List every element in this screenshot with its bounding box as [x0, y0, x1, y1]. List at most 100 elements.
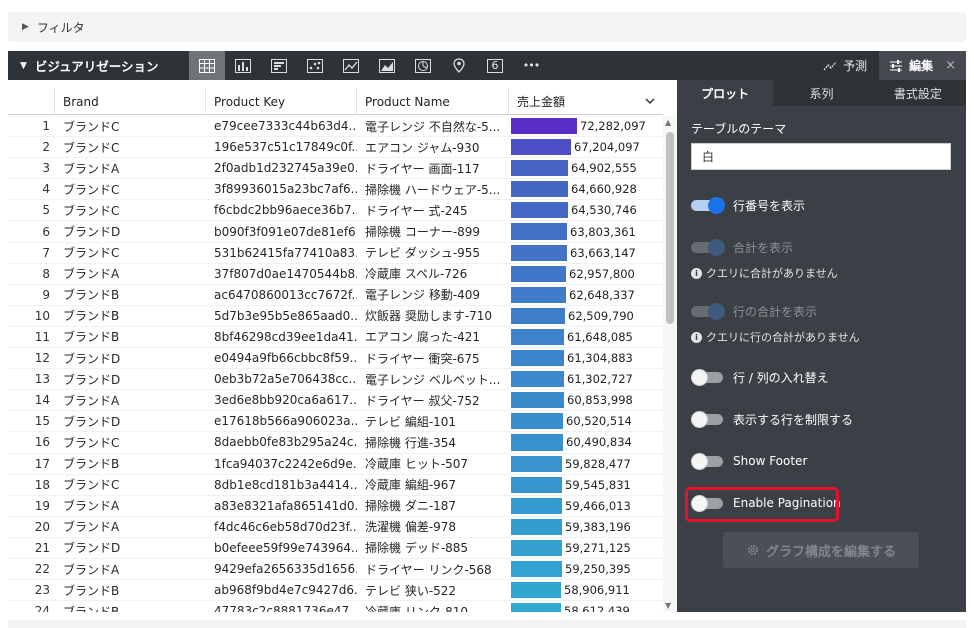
- chevron-down-icon[interactable]: [645, 98, 655, 105]
- table-row[interactable]: 12 ブランドD e0494a9fb66cbbc8f59... ドライヤー 衝突-67…: [8, 348, 663, 370]
- table-row[interactable]: 18 ブランドC 8db1e8cd181b3a4414... 冷蔵庫 編組-967 59…: [8, 475, 663, 496]
- table-row[interactable]: 19 ブランドA a83e8321afa865141d0... 掃除機 ダニ-187 5…: [8, 496, 663, 517]
- brand-cell: ブランドA: [63, 499, 120, 514]
- table-row[interactable]: 11 ブランドB 8bf46298cd39ee1da41... エアコン 腐った-42…: [8, 327, 663, 349]
- sales-bar: [511, 497, 562, 514]
- product-key-cell: 1fca94037c2242e6d9e...: [214, 456, 357, 471]
- single-value-icon[interactable]: 6: [477, 51, 513, 80]
- product-key-cell: 3ed6e8bb920ca6a617...: [214, 393, 357, 408]
- show-footer-toggle[interactable]: [691, 453, 725, 470]
- table-row[interactable]: 22 ブランドA 9429efa2656335d1656... ドライヤー リンク-5…: [8, 559, 663, 581]
- forecast-button[interactable]: 予測: [811, 51, 879, 80]
- header-sales[interactable]: 売上金額: [509, 88, 663, 115]
- table-icon[interactable]: [189, 51, 225, 80]
- transpose-toggle[interactable]: [691, 369, 725, 386]
- map-pin-icon[interactable]: [441, 51, 477, 80]
- brand-cell: ブランドB: [63, 309, 120, 324]
- product-name-cell: ドライヤー 衝突-675: [365, 351, 480, 366]
- header-product-key[interactable]: Product Key: [206, 88, 357, 115]
- product-name-cell: 冷蔵庫 スペル-726: [365, 267, 468, 282]
- close-icon[interactable]: ×: [939, 58, 956, 73]
- table-row[interactable]: 4 ブランドC 3f89936015a23bc7af6... 掃除機 ハードウェア-5…: [8, 179, 663, 201]
- vertical-scrollbar[interactable]: ▲ ▼: [663, 116, 677, 612]
- scroll-thumb[interactable]: [666, 132, 674, 324]
- product-name-cell: エアコン ジャム-930: [365, 140, 480, 155]
- table-row[interactable]: 23 ブランドB ab968f9bd4e7c9427d6... テレビ 狭い-522 5…: [8, 580, 663, 602]
- sales-cell: 62,957,800: [509, 264, 663, 284]
- table-row[interactable]: 21 ブランドD b0efeee59f99e743964... 掃除機 デッド-885…: [8, 538, 663, 559]
- show-row-numbers-row[interactable]: 行番号を表示: [691, 195, 951, 215]
- row-number-cell: 11: [34, 329, 50, 344]
- row-number-cell: 20: [34, 519, 50, 534]
- table-row[interactable]: 13 ブランドD 0eb3b72a5e706438cc... 電子レンジ ベルベット.…: [8, 369, 663, 391]
- product-key-cell: ab968f9bd4e7c9427d6...: [214, 583, 357, 598]
- table-row[interactable]: 6 ブランドD b090f3f091e07de81ef6... 掃除機 コーナー-89…: [8, 221, 663, 243]
- scroll-up-icon[interactable]: ▲: [665, 118, 671, 127]
- sales-bar: [511, 476, 562, 493]
- sales-cell: 67,204,097: [509, 137, 663, 157]
- tab-series[interactable]: 系列: [773, 80, 869, 106]
- row-number-cell: 12: [34, 351, 50, 366]
- sales-value: 60,520,514: [566, 414, 632, 429]
- brand-cell: ブランドA: [63, 393, 120, 408]
- bar-chart-icon[interactable]: [225, 51, 261, 80]
- sales-cell: 72,282,097: [509, 116, 663, 136]
- show-totals-row: 合計を表示: [691, 237, 951, 257]
- product-name-cell: 掃除機 行進-354: [365, 435, 457, 450]
- limit-rows-row[interactable]: 表示する行を制限する: [691, 409, 951, 429]
- table-theme-select[interactable]: 白: [691, 143, 951, 170]
- brand-cell: ブランドB: [63, 583, 120, 598]
- table-row[interactable]: 9 ブランドB ac6470860013cc7672f... 電子レンジ 移動-409…: [8, 285, 663, 306]
- table-row[interactable]: 5 ブランドC f6cbdc2bb96aece36b7... ドライヤー 式-245 6…: [8, 200, 663, 222]
- more-icon[interactable]: •••: [513, 51, 549, 80]
- table-row[interactable]: 7 ブランドC 531b62415fa77410a83... テレビ ダッシュ-955…: [8, 243, 663, 264]
- area-chart-icon[interactable]: [369, 51, 405, 80]
- transpose-row[interactable]: 行 / 列の入れ替え: [691, 367, 951, 387]
- table-row[interactable]: 1 ブランドC e79cee7333c44b63d4... 電子レンジ 不自然な-5.…: [8, 116, 663, 138]
- table-row[interactable]: 24 ブランドB 47783c2c8881736e47... 冷蔵庫 リンク-810 5…: [8, 601, 663, 612]
- table-row[interactable]: 8 ブランドA 37f807d0ae1470544b8... 冷蔵庫 スペル-726 6…: [8, 264, 663, 285]
- info-icon: i: [691, 267, 702, 279]
- table-row[interactable]: 14 ブランドA 3ed6e8bb920ca6a617... ドライヤー 叔父-752…: [8, 390, 663, 412]
- sales-value: 63,803,361: [570, 224, 636, 239]
- visualization-toggle[interactable]: ▼ ビジュアリゼーション: [8, 51, 189, 80]
- sales-value: 59,250,395: [565, 562, 631, 577]
- row-number-cell: 17: [34, 456, 50, 471]
- limit-rows-label: 表示する行を制限する: [733, 412, 854, 427]
- brand-cell: ブランドA: [63, 562, 120, 577]
- filter-bar[interactable]: ▶ フィルタ: [8, 12, 966, 42]
- sales-value: 67,204,097: [574, 140, 640, 155]
- show-footer-row[interactable]: Show Footer: [691, 451, 951, 471]
- table-row[interactable]: 17 ブランドB 1fca94037c2242e6d9e... 冷蔵庫 ヒット-507…: [8, 454, 663, 475]
- table-row[interactable]: 16 ブランドC 8daebb0fe83b295a24c... 掃除機 行進-354 6…: [8, 432, 663, 454]
- table-row[interactable]: 3 ブランドA 2f0adb1d232745a39e0... ドライヤー 画面-117…: [8, 158, 663, 180]
- pie-chart-icon[interactable]: [405, 51, 441, 80]
- table-row[interactable]: 2 ブランドC 196e537c51c17849c0f... エアコン ジャム-930…: [8, 137, 663, 159]
- sales-cell: 59,271,125: [509, 538, 663, 558]
- line-chart-icon[interactable]: [333, 51, 369, 80]
- brand-cell: ブランドD: [63, 541, 121, 556]
- header-product-name[interactable]: Product Name: [357, 88, 509, 115]
- edit-button[interactable]: 編集 ×: [879, 51, 966, 80]
- scatter-icon[interactable]: [297, 51, 333, 80]
- tab-formatting[interactable]: 書式設定: [870, 80, 966, 106]
- brand-cell: ブランドB: [63, 457, 120, 472]
- table-row[interactable]: 10 ブランドB 5d7b3e95b5e865aad0... 炊飯器 奨励します-71…: [8, 306, 663, 327]
- scroll-down-icon[interactable]: ▼: [665, 601, 671, 610]
- table-header-row: Brand Product Key Product Name 売上金額: [8, 88, 663, 115]
- table-row[interactable]: 15 ブランドD e17618b566a906023a... テレビ 編組-101 60…: [8, 411, 663, 433]
- sales-bar: [511, 223, 567, 240]
- tab-plot[interactable]: プロット: [677, 80, 774, 106]
- column-chart-icon[interactable]: [261, 51, 297, 80]
- show-totals-label: 合計を表示: [733, 240, 794, 255]
- header-brand[interactable]: Brand: [55, 88, 206, 115]
- sales-cell: 60,490,834: [509, 432, 663, 452]
- limit-rows-toggle[interactable]: [691, 411, 725, 428]
- show-row-numbers-toggle[interactable]: [691, 197, 725, 214]
- row-number-cell: 19: [34, 498, 50, 513]
- edit-chart-config-button[interactable]: グラフ構成を編集する: [723, 532, 919, 568]
- collapse-triangle-icon[interactable]: ▶: [22, 22, 29, 32]
- header-sales-label: 売上金額: [517, 95, 566, 109]
- row-number-cell: 2: [42, 140, 50, 155]
- table-row[interactable]: 20 ブランドA f4dc46c6eb58d70d23f... 洗濯機 偏差-978 5…: [8, 517, 663, 538]
